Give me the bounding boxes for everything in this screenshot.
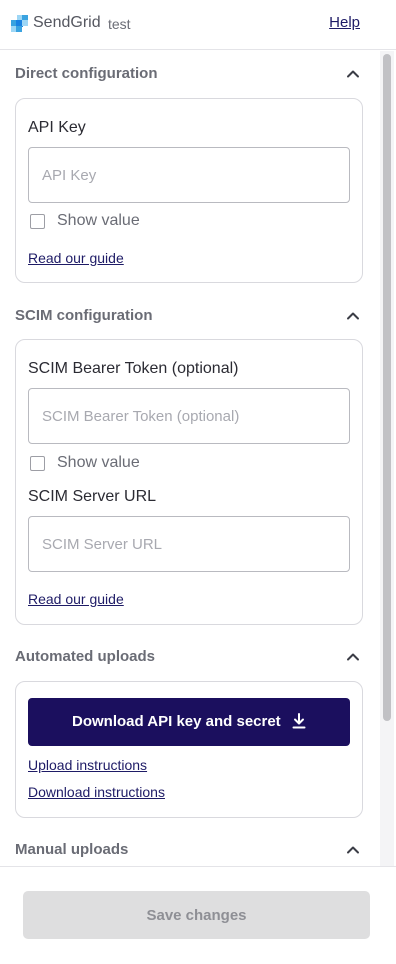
environment-label: test (108, 16, 131, 32)
footer-bar: Save changes (0, 866, 396, 964)
download-icon (292, 713, 306, 729)
show-value-toggle[interactable]: Show value (28, 211, 178, 231)
section-header-manual-uploads[interactable]: Manual uploads (15, 839, 360, 863)
api-key-label: API Key (28, 119, 86, 136)
download-instructions-link[interactable]: Download instructions (28, 784, 165, 800)
download-api-key-button[interactable]: Download API key and secret (28, 698, 350, 746)
read-our-guide-link[interactable]: Read our guide (28, 250, 124, 266)
chevron-up-icon[interactable] (346, 650, 360, 664)
chevron-up-icon[interactable] (346, 309, 360, 323)
scim-token-label: SCIM Bearer Token (optional) (28, 360, 239, 377)
show-value-toggle[interactable]: Show value (28, 453, 178, 473)
checkbox-icon[interactable] (30, 214, 45, 229)
section-header-automated-uploads[interactable]: Automated uploads (15, 646, 360, 670)
show-value-label: Show value (57, 454, 140, 471)
scim-token-input[interactable] (28, 388, 350, 444)
direct-configuration-card: API Key Show value Read our guide (15, 98, 363, 283)
chevron-up-icon[interactable] (346, 67, 360, 81)
scim-configuration-card: SCIM Bearer Token (optional) Show value … (15, 339, 363, 625)
section-header-direct-configuration[interactable]: Direct configuration (15, 63, 360, 87)
api-key-input[interactable] (28, 147, 350, 203)
scim-server-url-input[interactable] (28, 516, 350, 572)
section-title: Automated uploads (15, 648, 156, 665)
section-title: SCIM configuration (15, 307, 153, 324)
settings-scroll-area: Direct configuration API Key Show value … (0, 51, 396, 866)
download-button-label: Download API key and secret (72, 713, 281, 730)
sendgrid-logo-icon (11, 15, 28, 32)
app-header: SendGrid test Help (0, 0, 396, 50)
show-value-label: Show value (57, 212, 140, 229)
upload-instructions-link[interactable]: Upload instructions (28, 757, 147, 773)
scrollbar-thumb[interactable] (383, 54, 391, 721)
checkbox-icon[interactable] (30, 456, 45, 471)
save-changes-button[interactable]: Save changes (23, 891, 370, 939)
automated-uploads-card: Download API key and secret Upload instr… (15, 681, 363, 818)
section-title: Direct configuration (15, 65, 158, 82)
help-link[interactable]: Help (329, 14, 360, 31)
scim-server-url-label: SCIM Server URL (28, 488, 157, 505)
section-title: Manual uploads (15, 841, 129, 858)
read-our-guide-link[interactable]: Read our guide (28, 591, 124, 607)
brand-name: SendGrid (33, 14, 101, 31)
chevron-up-icon[interactable] (346, 843, 360, 857)
section-header-scim-configuration[interactable]: SCIM configuration (15, 305, 360, 329)
